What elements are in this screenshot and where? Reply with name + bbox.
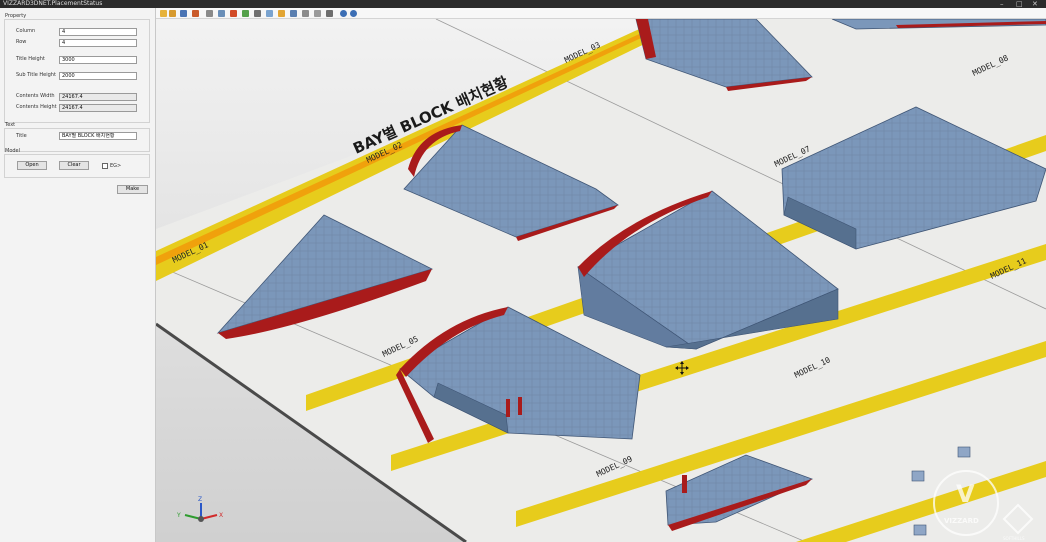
make-button[interactable]: Make — [117, 185, 148, 194]
help-icon[interactable] — [350, 10, 357, 17]
title-height-label: Title Height — [16, 56, 45, 62]
save-icon[interactable] — [180, 10, 187, 17]
axis-x-label: X — [219, 512, 223, 519]
contents-width-label: Contents Width — [16, 93, 55, 99]
row-input[interactable]: 4 — [59, 39, 137, 47]
row-label: Row — [16, 39, 27, 45]
left-property-panel: Property Column 4 Row 4 Title Height 300… — [0, 8, 156, 542]
palette-icon[interactable] — [278, 10, 285, 17]
measure-icon[interactable] — [242, 10, 249, 17]
title-height-input[interactable]: 3000 — [59, 56, 137, 64]
open-button[interactable]: Open — [17, 161, 47, 170]
3d-viewport[interactable]: BAY별 BLOCK 배치현황 MODEL_01 MODEL_02 MODEL_… — [156, 19, 1046, 542]
clear-button[interactable]: Clear — [59, 161, 89, 170]
sub-title-height-input[interactable]: 2000 — [59, 72, 137, 80]
close-icon[interactable]: ✕ — [1032, 0, 1038, 8]
viewer-toolbar — [156, 8, 1046, 19]
contents-height-label: Contents Height — [16, 104, 57, 110]
axis-y-label: Y — [176, 512, 181, 519]
watermark-text: VIZZARD — [944, 517, 979, 525]
title-bar: VIZZARD3DNET.PlacementStatus – □ ✕ — [0, 0, 1046, 8]
column-label: Column — [16, 28, 36, 34]
watermark-sub-text: SOFTHILLS — [1003, 536, 1025, 541]
settings-icon[interactable] — [340, 10, 347, 17]
align-icon[interactable] — [302, 10, 309, 17]
title-input[interactable]: BAY별 BLOCK 배치현황 — [59, 132, 137, 140]
edge-checkbox-label: EG> — [110, 163, 122, 169]
section-icon[interactable] — [290, 10, 297, 17]
floor-cube-2 — [911, 470, 925, 482]
app-window: VIZZARD3DNET.PlacementStatus – □ ✕ Prope… — [0, 0, 1046, 542]
sub-title-height-label: Sub Title Height — [16, 72, 56, 78]
floor-cube-1 — [957, 446, 971, 458]
edge-checkbox[interactable] — [102, 163, 108, 169]
tools-icon[interactable] — [326, 10, 333, 17]
maximize-icon[interactable]: □ — [1016, 0, 1023, 8]
window-title: VIZZARD3DNET.PlacementStatus — [3, 0, 103, 7]
title-label: Title — [16, 133, 27, 139]
contents-height-field: 24167.4 — [59, 104, 137, 112]
minimize-icon[interactable]: – — [1000, 0, 1004, 8]
select-icon[interactable] — [218, 10, 225, 17]
axis-z-label: Z — [198, 496, 202, 503]
shape-icon[interactable] — [230, 10, 237, 17]
eye-icon[interactable] — [254, 10, 261, 17]
contents-width-field: 24167.4 — [59, 93, 137, 101]
folder-dropdown-icon[interactable] — [169, 10, 176, 17]
arrange-icon[interactable] — [314, 10, 321, 17]
floor-cube-3 — [913, 524, 927, 536]
copy-icon[interactable] — [192, 10, 199, 17]
open-folder-icon[interactable] — [160, 10, 167, 17]
3d-scene: BAY별 BLOCK 배치현황 MODEL_01 MODEL_02 MODEL_… — [156, 19, 1046, 542]
color-icon[interactable] — [266, 10, 273, 17]
view-menu-icon[interactable] — [206, 10, 213, 17]
column-input[interactable]: 4 — [59, 28, 137, 36]
svg-text:V: V — [956, 480, 975, 508]
